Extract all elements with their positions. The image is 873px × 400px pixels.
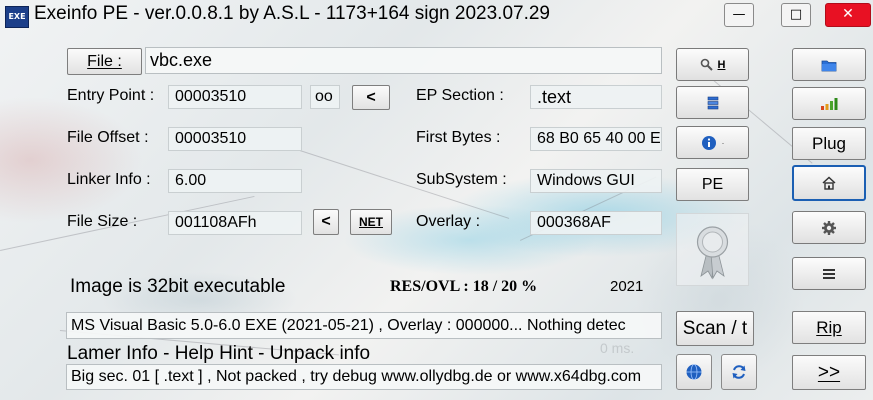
info-dot: · bbox=[721, 137, 725, 148]
net-button-label: NET bbox=[359, 215, 383, 229]
scan-time-text: 0 ms. bbox=[600, 340, 635, 356]
file-path-field[interactable]: vbc.exe bbox=[145, 47, 662, 74]
hamburger-menu-icon bbox=[823, 268, 835, 279]
gear-icon bbox=[822, 220, 836, 235]
settings-button[interactable] bbox=[792, 211, 866, 244]
search-h-button[interactable]: H bbox=[676, 48, 749, 81]
home-button[interactable] bbox=[792, 165, 866, 201]
sections-button[interactable] bbox=[676, 86, 749, 119]
pe-button[interactable]: PE bbox=[676, 168, 749, 201]
file-button-label: File : bbox=[87, 52, 122, 70]
next-button[interactable]: >> bbox=[792, 355, 866, 390]
refresh-button[interactable] bbox=[721, 354, 757, 390]
scan-button[interactable]: Scan / t bbox=[676, 311, 754, 346]
ep-section-field[interactable]: .text bbox=[530, 85, 662, 109]
title-bar: EXE Exeinfo PE - ver.0.0.8.1 by A.S.L - … bbox=[0, 0, 873, 32]
file-offset-field[interactable]: 00003510 bbox=[168, 127, 302, 151]
image-info-text: Image is 32bit executable bbox=[70, 276, 286, 297]
subsystem-label: SubSystem : bbox=[416, 171, 507, 188]
file-offset-label: File Offset : bbox=[67, 129, 149, 146]
entry-point-label: Entry Point : bbox=[67, 87, 155, 104]
linker-info-label: Linker Info : bbox=[67, 171, 151, 188]
app-icon: EXE bbox=[5, 6, 29, 28]
file-size-field[interactable]: 001108AFh bbox=[168, 211, 302, 235]
close-button[interactable]: ✕ bbox=[825, 3, 871, 27]
hint-field[interactable]: Big sec. 01 [ .text ] , Not packed , try… bbox=[66, 364, 662, 390]
menu-button[interactable] bbox=[792, 257, 866, 290]
info-button[interactable]: · bbox=[676, 126, 749, 159]
open-folder-button[interactable] bbox=[792, 48, 866, 81]
oo-field[interactable]: oo bbox=[310, 85, 340, 109]
first-bytes-field[interactable]: 68 B0 65 40 00 E bbox=[530, 127, 662, 151]
layers-icon bbox=[707, 96, 718, 109]
info-icon bbox=[701, 135, 716, 150]
overlay-label: Overlay : bbox=[416, 213, 481, 230]
statistics-button[interactable] bbox=[792, 87, 866, 120]
web-button[interactable] bbox=[676, 354, 712, 390]
linker-info-field[interactable]: 6.00 bbox=[168, 169, 302, 193]
net-button[interactable]: NET bbox=[350, 209, 392, 235]
seal-badge-frame bbox=[676, 213, 749, 286]
next-button-label: >> bbox=[817, 362, 841, 383]
lamer-info-title: Lamer Info - Help Hint - Unpack info bbox=[67, 343, 371, 364]
res-ovl-text: RES/OVL : 18 / 20 % bbox=[390, 278, 538, 295]
signal-bars-icon bbox=[821, 97, 838, 110]
year-text: 2021 bbox=[610, 278, 644, 295]
window-title: Exeinfo PE - ver.0.0.8.1 by A.S.L - 1173… bbox=[34, 3, 550, 24]
search-h-label: H bbox=[717, 58, 726, 71]
file-button[interactable]: File : bbox=[67, 48, 142, 75]
file-size-label: File Size : bbox=[67, 213, 138, 230]
refresh-icon bbox=[732, 365, 746, 379]
detection-result-field[interactable]: MS Visual Basic 5.0-6.0 EXE (2021-05-21)… bbox=[66, 312, 662, 339]
seal-icon bbox=[696, 226, 729, 280]
rip-button-label: Rip bbox=[816, 318, 842, 337]
plug-button[interactable]: Plug bbox=[792, 127, 866, 160]
minimize-button[interactable]: — bbox=[724, 3, 754, 27]
entry-point-field[interactable]: 00003510 bbox=[168, 85, 302, 109]
overlay-field[interactable]: 000368AF bbox=[530, 211, 662, 235]
magnifier-icon bbox=[700, 58, 713, 71]
entry-point-prev-button[interactable]: < bbox=[352, 85, 390, 110]
subsystem-field[interactable]: Windows GUI bbox=[530, 169, 662, 193]
main-window: EXE Exeinfo PE - ver.0.0.8.1 by A.S.L - … bbox=[0, 0, 873, 400]
ep-section-label: EP Section : bbox=[416, 87, 504, 104]
maximize-button[interactable]: □ bbox=[781, 3, 811, 27]
file-size-prev-button[interactable]: < bbox=[313, 209, 339, 235]
globe-icon bbox=[686, 364, 702, 380]
home-icon bbox=[822, 176, 836, 190]
rip-button[interactable]: Rip bbox=[792, 311, 866, 344]
first-bytes-label: First Bytes : bbox=[416, 129, 501, 146]
folder-icon bbox=[821, 60, 837, 71]
